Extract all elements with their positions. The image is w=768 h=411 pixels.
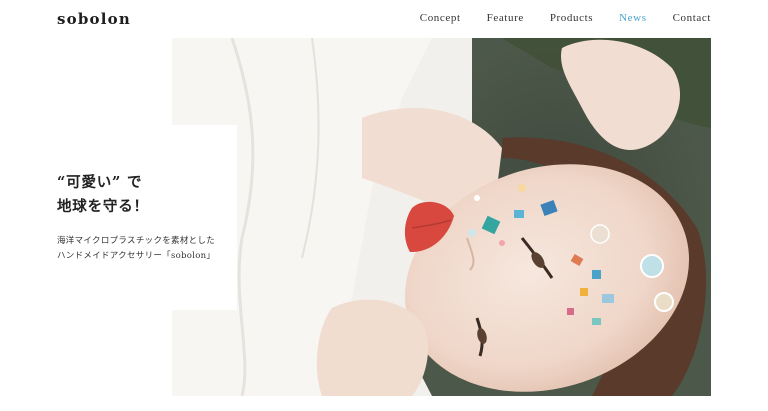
nav-news[interactable]: News [619,12,646,24]
catchphrase: “可愛い” で 地球を守る！ [57,171,149,219]
hero-image [172,38,711,396]
catchphrase-line-2: 地球を守る！ [57,198,149,215]
site-header: sobolon Concept Feature Products News Co… [0,0,768,38]
site-logo[interactable]: sobolon [57,10,131,28]
nav-contact[interactable]: Contact [673,12,711,24]
main-nav: Concept Feature Products News Contact [394,12,711,24]
hero-description: 海洋マイクロプラスチックを素材とした ハンドメイドアクセサリー「sobolon」 [57,234,215,264]
description-line-1: 海洋マイクロプラスチックを素材とした [57,236,216,246]
nav-feature[interactable]: Feature [487,12,524,24]
description-line-2: ハンドメイドアクセサリー「sobolon」 [57,251,216,261]
nav-products[interactable]: Products [550,12,593,24]
hero-photo-illustration [172,38,711,396]
nav-concept[interactable]: Concept [420,12,461,24]
catchphrase-line-1: “可愛い” で [57,174,143,191]
